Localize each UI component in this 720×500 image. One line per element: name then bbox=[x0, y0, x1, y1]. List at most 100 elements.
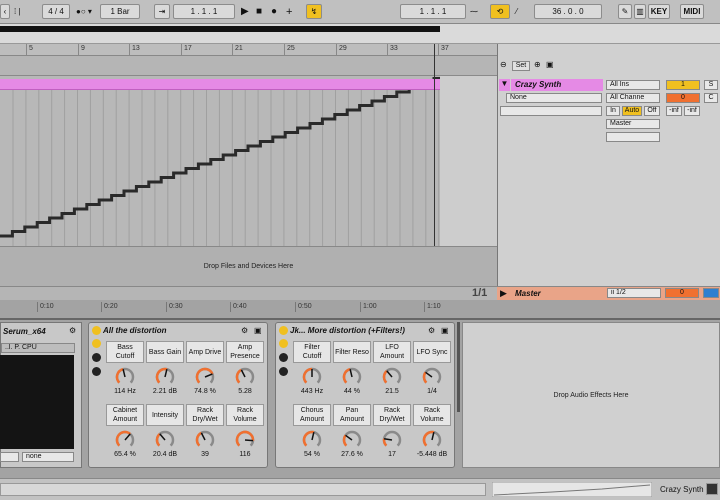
arrangement-lane[interactable] bbox=[0, 76, 440, 246]
macro-knob[interactable]: Rack Volume -5.448 dB bbox=[413, 404, 451, 464]
time-signature[interactable]: 4 / 4 bbox=[42, 4, 70, 19]
record-icon[interactable]: ● bbox=[271, 4, 277, 19]
output-channel-select[interactable] bbox=[606, 132, 660, 142]
song-position[interactable]: 1 . 1 . 1 bbox=[173, 4, 235, 19]
quantize-select[interactable]: 1 Bar bbox=[100, 4, 140, 19]
punch-out-icon[interactable]: ⁄ bbox=[516, 4, 517, 19]
key-map-button[interactable]: KEY bbox=[648, 4, 670, 19]
chain-icon[interactable] bbox=[279, 353, 288, 362]
midi-channel-select[interactable]: All Channe bbox=[606, 93, 660, 103]
loop-length[interactable]: 36 . 0 . 0 bbox=[534, 4, 602, 19]
metronome-icon[interactable]: ●○ ▾ bbox=[76, 4, 92, 19]
macro-knob[interactable]: Amp Drive 74.8 % bbox=[186, 341, 224, 401]
settings-icon[interactable]: ⚙ bbox=[428, 326, 435, 335]
timeline-bar[interactable]: 1/1 bbox=[0, 286, 497, 300]
knob-dial[interactable] bbox=[155, 367, 175, 387]
knob-dial[interactable] bbox=[302, 367, 322, 387]
fold-icon[interactable]: ▶ bbox=[500, 288, 507, 299]
tap-button[interactable]: ‹ bbox=[0, 4, 10, 19]
macro-knob[interactable]: LFO Amount 21.5 bbox=[373, 341, 411, 401]
automation-lane[interactable] bbox=[0, 76, 440, 246]
stop-icon[interactable]: ■ bbox=[256, 4, 262, 19]
volume-field[interactable]: 0 bbox=[666, 93, 700, 103]
automation-arm-button[interactable]: ↯ bbox=[306, 4, 322, 19]
macro-knob[interactable]: LFO Sync 1/4 bbox=[413, 341, 451, 401]
knob-dial[interactable] bbox=[235, 430, 255, 450]
save-icon[interactable]: ▣ bbox=[441, 326, 449, 335]
macro-knob[interactable]: Cabinet Amount 65.4 % bbox=[106, 404, 144, 464]
drop-effects-zone[interactable]: Drop Audio Effects Here bbox=[462, 322, 720, 468]
macro-knob[interactable]: Filter Cutoff 443 Hz bbox=[293, 341, 331, 401]
monitor-off-button[interactable]: Off bbox=[644, 106, 660, 116]
follow-button[interactable]: ⇥ bbox=[154, 4, 170, 19]
play-icon[interactable]: ▶ bbox=[241, 4, 249, 19]
monitor-in-button[interactable]: In bbox=[606, 106, 620, 116]
macro-icon[interactable] bbox=[92, 339, 101, 348]
chain-icon[interactable] bbox=[92, 353, 101, 362]
macro-knob[interactable]: Rack Dry/Wet 17 bbox=[373, 404, 411, 464]
punch-in-icon[interactable]: ⁓ bbox=[470, 4, 478, 19]
macro-knob[interactable]: Rack Volume 116 bbox=[226, 404, 264, 464]
master-output-select[interactable]: ii 1/2 bbox=[607, 288, 661, 298]
input-channel-select[interactable] bbox=[500, 106, 602, 116]
knob-dial[interactable] bbox=[382, 367, 402, 387]
loop-start[interactable]: 1 . 1 . 1 bbox=[400, 4, 466, 19]
plugin-display[interactable] bbox=[0, 355, 74, 449]
macro-knob[interactable]: Filter Reso 44 % bbox=[333, 341, 371, 401]
next-icon[interactable]: ▣ bbox=[546, 60, 554, 69]
knob-dial[interactable] bbox=[302, 430, 322, 450]
macro-knob[interactable]: Intensity 20.4 dB bbox=[146, 404, 184, 464]
output-select[interactable]: Master bbox=[606, 119, 660, 129]
knob-dial[interactable] bbox=[235, 367, 255, 387]
rack-all-the-distortion[interactable]: All the distortion ⚙ ▣ Bass Cutoff 114 Hz… bbox=[88, 322, 268, 468]
knob-dial[interactable] bbox=[342, 367, 362, 387]
macro-knob[interactable]: Bass Cutoff 114 Hz bbox=[106, 341, 144, 401]
knob-dial[interactable] bbox=[115, 367, 135, 387]
power-icon[interactable] bbox=[92, 326, 101, 335]
beat-ruler[interactable]: 5 9 13 17 21 25 29 33 37 bbox=[0, 44, 498, 56]
monitor-auto-button[interactable]: Auto bbox=[622, 106, 642, 116]
set-button[interactable]: Set bbox=[512, 61, 530, 71]
add-locator-icon[interactable]: ⊕ bbox=[534, 60, 541, 69]
fold-icon[interactable]: ▼ bbox=[499, 79, 510, 91]
plugin-select-1[interactable] bbox=[0, 452, 19, 462]
back-icon[interactable]: ⊖ bbox=[500, 60, 507, 69]
master-track[interactable]: ▶ Master ii 1/2 0 bbox=[497, 286, 720, 300]
arm-button[interactable]: C bbox=[704, 93, 718, 103]
knob-dial[interactable] bbox=[422, 430, 442, 450]
power-icon[interactable] bbox=[279, 326, 288, 335]
macro-knob[interactable]: Chorus Amount 54 % bbox=[293, 404, 331, 464]
scroll-divider[interactable] bbox=[457, 322, 460, 412]
keyboard-icon[interactable]: ▥ bbox=[634, 4, 646, 19]
settings-icon[interactable]: ⚙ bbox=[241, 326, 248, 335]
knob-dial[interactable] bbox=[115, 430, 135, 450]
track-name[interactable]: Crazy Synth bbox=[511, 79, 603, 91]
macro-knob[interactable]: Pan Amount 27.6 % bbox=[333, 404, 371, 464]
overview-bar[interactable] bbox=[0, 26, 440, 32]
plugin-select-2[interactable]: none bbox=[22, 452, 74, 462]
device-list-icon[interactable] bbox=[279, 367, 288, 376]
drop-zone[interactable]: Drop Files and Devices Here bbox=[0, 246, 497, 286]
solo-button[interactable]: S bbox=[704, 80, 718, 90]
device-list-icon[interactable] bbox=[92, 367, 101, 376]
midi-map-button[interactable]: MIDI bbox=[680, 4, 704, 19]
knob-dial[interactable] bbox=[422, 367, 442, 387]
save-icon[interactable]: ▣ bbox=[254, 326, 262, 335]
pencil-icon[interactable]: ✎ bbox=[618, 4, 632, 19]
macro-icon[interactable] bbox=[279, 339, 288, 348]
midi-from-select[interactable]: All Ins bbox=[606, 80, 660, 90]
macro-knob[interactable]: Bass Gain 2.21 dB bbox=[146, 341, 184, 401]
clip-header[interactable] bbox=[0, 79, 440, 90]
metro-icon[interactable]: ⁞ | bbox=[14, 4, 21, 19]
knob-dial[interactable] bbox=[195, 430, 215, 450]
loop-button[interactable]: ⟲ bbox=[490, 4, 510, 19]
knob-dial[interactable] bbox=[195, 367, 215, 387]
knob-dial[interactable] bbox=[382, 430, 402, 450]
macro-knob[interactable]: Rack Dry/Wet 39 bbox=[186, 404, 224, 464]
input-type-select[interactable]: None bbox=[506, 93, 602, 103]
locator-bar[interactable] bbox=[0, 56, 498, 76]
rack-more-distortion[interactable]: Jk... More distortion (+Filters!) ⚙ ▣ Fi… bbox=[275, 322, 455, 468]
track-activator[interactable]: 1 bbox=[666, 80, 700, 90]
master-volume[interactable]: 0 bbox=[665, 288, 699, 298]
settings-icon[interactable]: ⚙ bbox=[69, 326, 76, 335]
